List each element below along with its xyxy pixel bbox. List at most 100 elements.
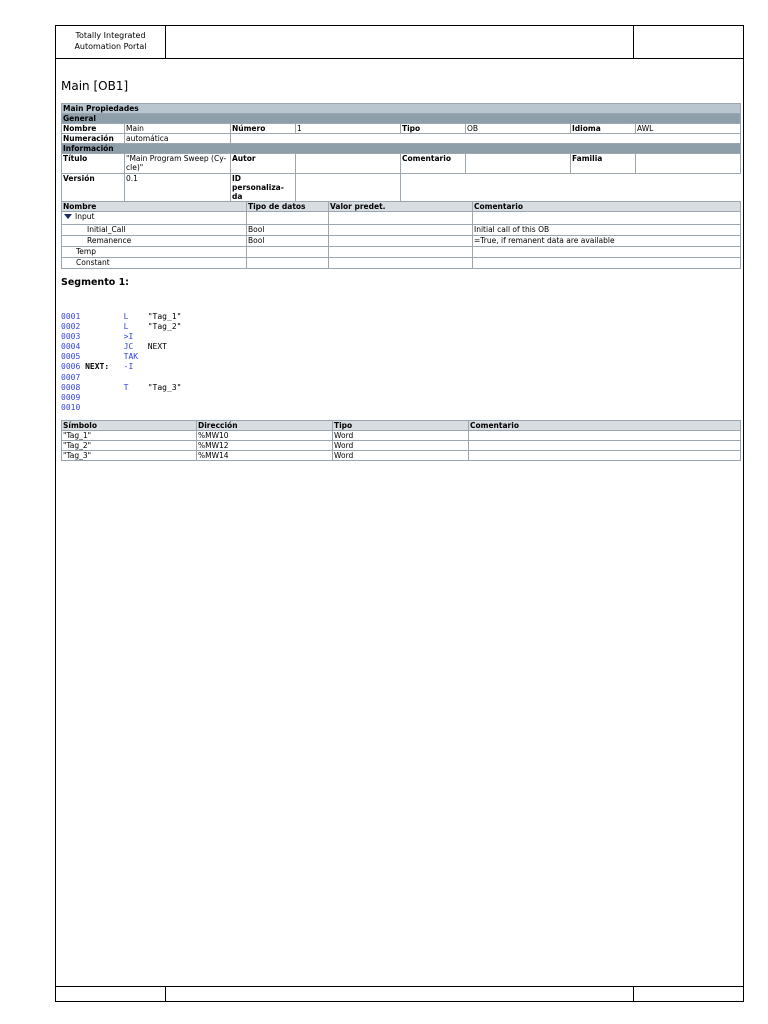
properties-table: Main Propiedades General Nombre Main Núm…: [60, 103, 742, 202]
table-row: Remanence Bool =True, if remanent data a…: [61, 235, 741, 247]
table-row: Temp: [61, 246, 741, 258]
row-default: [328, 246, 473, 258]
code-operation: >I: [123, 332, 134, 342]
header-right-cell: [633, 25, 744, 59]
row-comment: [472, 257, 741, 269]
footer-left-cell: [55, 986, 166, 1002]
code-line: 0010: [61, 403, 181, 413]
code-argument: "Tag_1": [147, 312, 182, 321]
numeracion-value: automática: [124, 133, 231, 144]
code-operation: JC: [123, 342, 134, 352]
collapse-triangle-icon[interactable]: [64, 214, 72, 219]
address: %MW10: [196, 430, 333, 441]
id-label: ID personaliza-da: [230, 173, 296, 202]
line-number: 0002: [61, 322, 81, 332]
line-number: 0001: [61, 312, 81, 321]
footer-right-cell: [633, 986, 744, 1002]
symbol: "Tag_2": [61, 440, 197, 451]
symbol: "Tag_3": [61, 450, 197, 461]
row-type: Bool: [246, 224, 329, 236]
code-line: 0006 NEXT: -I: [61, 362, 181, 372]
code-operation: -I: [123, 362, 134, 372]
table-row: Input: [61, 211, 741, 225]
code-line: 0007: [61, 373, 181, 383]
col-comentario: Comentario: [472, 201, 741, 212]
id-value: [295, 173, 401, 202]
code-line: 0008 T "Tag_3": [61, 383, 181, 393]
numero-label: Número: [230, 123, 296, 134]
tipo-label: Tipo: [400, 123, 466, 134]
table-row: Constant: [61, 257, 741, 269]
version-value: 0.1: [124, 173, 231, 202]
comentario-value: [465, 153, 571, 174]
nombre-label: Nombre: [61, 123, 125, 134]
version-label: Versión: [61, 173, 125, 202]
code-argument: "Tag_2": [147, 322, 182, 332]
autor-label: Autor: [230, 153, 296, 174]
line-number: 0009: [61, 392, 81, 402]
footer-middle-cell: [165, 986, 634, 1002]
row-comment: Initial call of this OB: [472, 224, 741, 236]
row-comment: [472, 246, 741, 258]
code-listing: 0001 L "Tag_1" 0002 L "Tag_2" 0003 >I 0004 JC NEXT…: [61, 312, 181, 413]
code-line: 0002 L "Tag_2": [61, 322, 181, 332]
code-line: 0001 L "Tag_1": [61, 312, 181, 322]
table-row: "Tag_2" %MW12 Word: [61, 440, 741, 451]
table-row: "Tag_1" %MW10 Word: [61, 430, 741, 441]
row-default: [328, 211, 473, 225]
code-argument: NEXT: [147, 342, 167, 352]
page: Totally Integrated Automation Portal Mai…: [0, 0, 768, 1024]
code-operation: L: [123, 322, 129, 332]
line-number: 0007: [61, 372, 81, 382]
titulo-label: Título: [61, 153, 125, 174]
row-default: [328, 224, 473, 236]
familia-label: Familia: [570, 153, 636, 174]
address: %MW14: [196, 450, 333, 461]
code-operation: L: [123, 312, 129, 321]
header-middle-cell: [165, 25, 634, 59]
row-comment: =True, if remanent data are available: [472, 235, 741, 247]
header-product: Totally Integrated Automation Portal: [55, 25, 166, 59]
row-name: Input: [75, 212, 95, 222]
idioma-value: AWL: [634, 123, 742, 134]
comment: [468, 430, 741, 441]
code-operation: T: [123, 382, 129, 392]
col-comentario: Comentario: [468, 420, 741, 431]
line-number: 0008: [61, 382, 81, 392]
col-tipo: Tipo: [332, 420, 469, 431]
code-operation: TAK: [123, 352, 139, 362]
line-number: 0003: [61, 332, 81, 342]
row-type: [246, 246, 329, 258]
informacion-section: Información: [60, 143, 742, 154]
segment-title: Segmento 1:: [61, 277, 129, 288]
comment: [468, 440, 741, 451]
row-type: [246, 257, 329, 269]
page-title: Main [OB1]: [61, 79, 129, 93]
line-number: 0005: [61, 352, 81, 362]
code-line: 0004 JC NEXT: [61, 342, 181, 352]
properties-section: Main Propiedades: [60, 103, 742, 114]
idioma-label: Idioma: [570, 123, 636, 134]
numero-value: 1: [295, 123, 401, 134]
col-valor: Valor predet.: [328, 201, 473, 212]
col-tipo: Tipo de datos: [246, 201, 329, 212]
titulo-value: "Main Program Sweep (Cy-cle)": [124, 153, 231, 174]
type: Word: [332, 450, 469, 461]
row-comment: [472, 211, 741, 225]
code-line: 0005 TAK: [61, 352, 181, 362]
empty-cell: [229, 133, 742, 144]
familia-value: [634, 153, 742, 174]
row-type: [246, 211, 329, 225]
symbol: "Tag_1": [61, 430, 197, 441]
row-name: Initial_Call: [61, 224, 247, 236]
symbols-table: Símbolo Dirección Tipo Comentario "Tag_1…: [61, 420, 741, 461]
type: Word: [332, 430, 469, 441]
interface-table: Nombre Tipo de datos Valor predet. Comen…: [61, 201, 741, 269]
code-line: 0003 >I: [61, 332, 181, 342]
line-number: 0010: [61, 402, 81, 412]
code-label: NEXT:: [85, 362, 110, 372]
numeracion-label: Numeración: [61, 133, 125, 144]
row-default: [328, 235, 473, 247]
table-row: Initial_Call Bool Initial call of this O…: [61, 224, 741, 236]
comentario-label: Comentario: [400, 153, 466, 174]
